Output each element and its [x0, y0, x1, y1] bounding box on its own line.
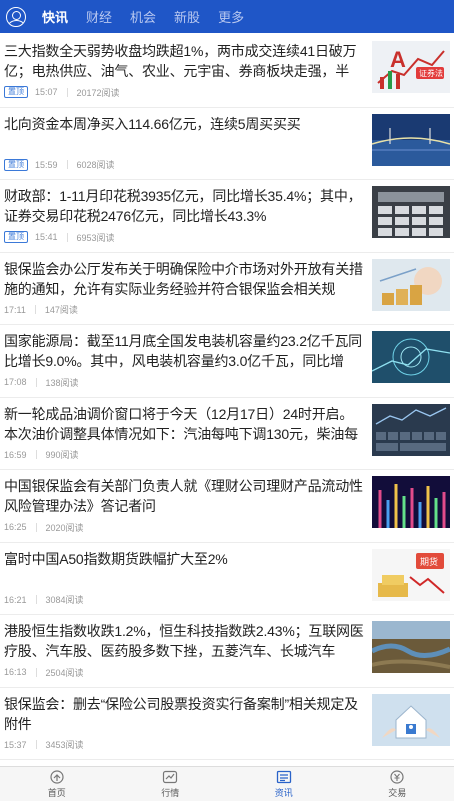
pinned-badge: 置顶	[4, 231, 28, 243]
news-title[interactable]: 富时中国A50指数期货跌幅扩大至2%	[4, 549, 364, 569]
news-item[interactable]: 港股恒生指数收跌1.2%，恒生科技指数跌2.43%；互联网医疗股、汽车股、医药股…	[0, 615, 454, 688]
tab-jihui[interactable]: 机会	[130, 7, 156, 26]
news-reads: 6028阅读	[76, 160, 115, 170]
news-item[interactable]: 北向资金本周净买入114.66亿元，连续5周买买买置顶 15:59 6028阅读	[0, 108, 454, 180]
news-time: 17:11	[4, 304, 26, 315]
news-feed[interactable]: 三大指数全天弱势收盘均跌超1%，两市成交连续41日破万亿；电热供应、油气、农业、…	[0, 35, 454, 766]
tab-more[interactable]: 更多	[218, 7, 244, 26]
news-meta: 17:11 147阅读	[4, 303, 78, 316]
tab-kuaixun[interactable]: 快讯	[42, 7, 68, 26]
news-title[interactable]: 港股恒生指数收跌1.2%，恒生科技指数跌2.43%；互联网医疗股、汽车股、医药股…	[4, 621, 364, 661]
news-meta: 置顶 15:07 20172阅读	[4, 86, 120, 99]
news-item[interactable]: 中国银保监会有关部门负责人就《理财公司理财产品流动性风险管理办法》答记者问 16:…	[0, 470, 454, 543]
news-meta: 16:21 3084阅读	[4, 593, 84, 606]
news-reads: 3453阅读	[45, 740, 84, 750]
news-meta: 置顶 15:41 6953阅读	[4, 231, 115, 244]
news-item[interactable]: 富时中国A50指数期货跌幅扩大至2% 16:21 3084阅读 期货	[0, 543, 454, 615]
news-title[interactable]: 北向资金本周净买入114.66亿元，连续5周买买买	[4, 114, 364, 134]
nav-news[interactable]: 资讯	[227, 767, 341, 801]
news-time: 16:25	[4, 522, 27, 532]
news-item[interactable]: 新一轮成品油调价窗口将于今天（12月17日）24时开启。本次油价调整具体情况如下…	[0, 398, 454, 470]
user-avatar-icon[interactable]	[6, 6, 26, 27]
news-item[interactable]: 三大指数全天弱势收盘均跌超1%，两市成交连续41日破万亿；电热供应、油气、农业、…	[0, 35, 454, 108]
meta-divider	[34, 305, 36, 314]
pinned-badge: 置顶	[4, 86, 28, 98]
top-header: 快讯 财经 机会 新股 更多	[0, 0, 454, 33]
meta-divider	[66, 87, 68, 97]
meta-divider	[66, 232, 68, 242]
bottom-nav: 首页 行情 资讯 交易	[0, 766, 454, 801]
news-reads: 2020阅读	[45, 522, 84, 533]
news-time: 16:13	[4, 667, 27, 677]
news-item[interactable]: 国家能源局：截至11月底全国发电装机容量约23.2亿千瓦同比增长9.0%。其中，…	[0, 325, 454, 398]
news-reads: 6953阅读	[76, 232, 115, 243]
meta-divider	[35, 740, 37, 749]
nav-trade-label: 交易	[388, 787, 407, 798]
news-thumbnail[interactable]	[372, 113, 450, 166]
news-time: 16:59	[4, 449, 27, 460]
news-reads: 147阅读	[44, 305, 78, 315]
svg-text:期货: 期货	[420, 556, 438, 567]
nav-market[interactable]: 行情	[114, 767, 228, 801]
nav-trade[interactable]: 交易	[341, 767, 454, 801]
news-meta: 置顶 15:59 6028阅读	[4, 158, 115, 171]
news-reads: 138阅读	[45, 377, 79, 388]
news-thumbnail[interactable]	[372, 186, 450, 238]
news-thumbnail[interactable]: 期货	[372, 548, 450, 601]
news-thumbnail[interactable]	[372, 331, 450, 383]
news-title[interactable]: 三大指数全天弱势收盘均跌超1%，两市成交连续41日破万亿；电热供应、油气、农业、…	[4, 41, 364, 81]
news-item[interactable]: 银保监会：删去“保险公司股票投资实行备案制”相关规定及附件 15:37 3453阅读	[0, 688, 454, 760]
news-meta: 16:13 2504阅读	[4, 666, 84, 679]
nav-news-label: 资讯	[274, 787, 293, 798]
nav-market-label: 行情	[161, 787, 180, 798]
news-title[interactable]: 银保监会办公厅发布关于明确保险中介市场对外开放有关措施的通知，允许有实际业务经验…	[4, 259, 364, 299]
news-title[interactable]: 新一轮成品油调价窗口将于今天（12月17日）24时开启。本次油价调整具体情况如下…	[4, 404, 364, 444]
tab-xingu[interactable]: 新股	[174, 7, 200, 26]
pinned-badge: 置顶	[4, 158, 28, 171]
news-time: 16:21	[4, 594, 27, 605]
news-meta: 17:08 138阅读	[4, 376, 79, 389]
news-thumbnail[interactable]	[372, 476, 450, 528]
news-title[interactable]: 财政部：1-11月印花税3935亿元，同比增长35.4%；其中，证券交易印花税2…	[4, 186, 364, 226]
meta-divider	[35, 595, 37, 604]
news-reads: 3084阅读	[45, 595, 84, 605]
news-meta: 15:37 3453阅读	[4, 738, 84, 751]
meta-divider	[35, 377, 37, 387]
trade-icon	[390, 769, 404, 784]
news-title[interactable]: 中国银保监会有关部门负责人就《理财公司理财产品流动性风险管理办法》答记者问	[4, 476, 364, 516]
news-time: 15:41	[35, 232, 58, 242]
news-thumbnail[interactable]	[372, 258, 450, 311]
meta-divider	[66, 160, 68, 169]
news-meta: 16:25 2020阅读	[4, 521, 84, 534]
news-meta: 16:59 990阅读	[4, 448, 79, 461]
home-icon	[50, 769, 64, 784]
svg-text:证券法: 证券法	[419, 68, 443, 78]
news-item[interactable]: 银保监会办公厅发布关于明确保险中介市场对外开放有关措施的通知，允许有实际业务经验…	[0, 253, 454, 325]
news-thumbnail[interactable]	[372, 621, 450, 673]
news-time: 15:37	[4, 739, 27, 750]
news-reads: 2504阅读	[45, 667, 84, 678]
market-icon	[163, 770, 178, 783]
nav-home[interactable]: 首页	[0, 767, 114, 801]
news-title[interactable]: 国家能源局：截至11月底全国发电装机容量约23.2亿千瓦同比增长9.0%。其中，…	[4, 331, 364, 371]
news-icon	[276, 770, 291, 783]
meta-divider	[35, 450, 37, 459]
news-thumbnail[interactable]	[372, 693, 450, 746]
meta-divider	[35, 667, 37, 677]
news-title[interactable]: 银保监会：删去“保险公司股票投资实行备案制”相关规定及附件	[4, 694, 364, 734]
meta-divider	[35, 522, 37, 532]
news-reads: 20172阅读	[76, 87, 120, 98]
news-time: 15:59	[35, 159, 58, 170]
tab-caijing[interactable]: 财经	[86, 7, 112, 26]
news-time: 17:08	[4, 377, 27, 387]
svg-text:A: A	[390, 47, 406, 72]
news-time: 15:07	[35, 87, 58, 97]
news-reads: 990阅读	[45, 450, 79, 460]
news-thumbnail[interactable]	[372, 403, 450, 456]
nav-home-label: 首页	[47, 787, 66, 798]
news-thumbnail[interactable]: A 证券法	[372, 41, 450, 93]
news-item[interactable]: 财政部：1-11月印花税3935亿元，同比增长35.4%；其中，证券交易印花税2…	[0, 180, 454, 253]
